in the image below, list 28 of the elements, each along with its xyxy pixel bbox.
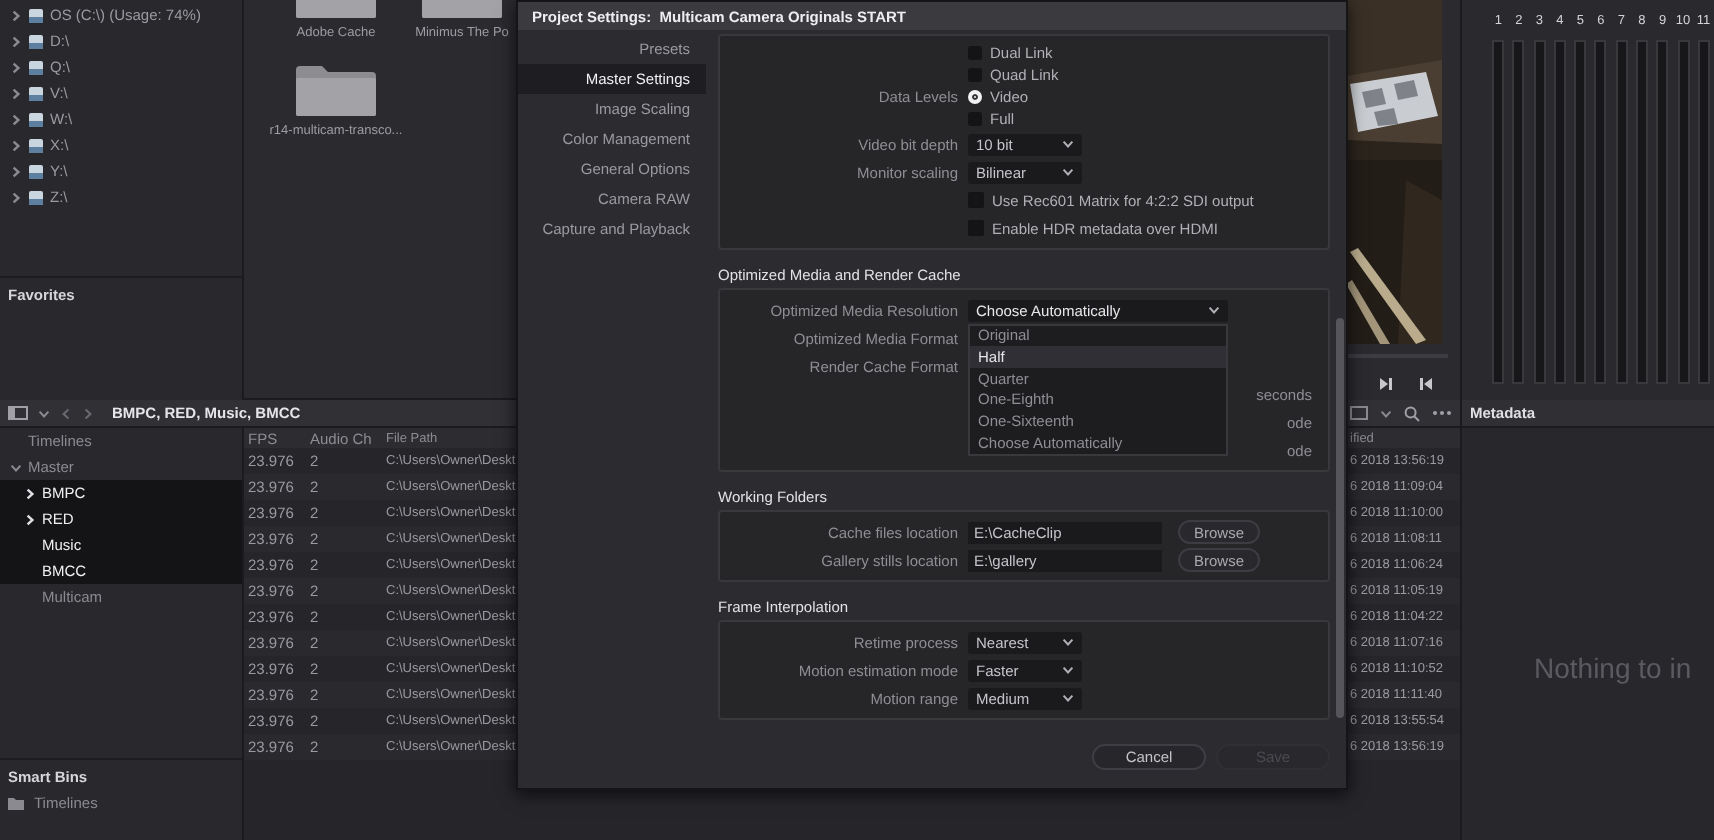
forward-icon[interactable] <box>82 407 94 419</box>
radio-button[interactable] <box>968 90 982 104</box>
skip-forward-icon[interactable] <box>1378 376 1394 392</box>
caret-icon <box>1062 694 1074 702</box>
more-icon[interactable] <box>1432 410 1452 416</box>
back-icon[interactable] <box>60 407 72 419</box>
search-icon[interactable] <box>1404 405 1420 421</box>
caret-icon <box>1062 638 1074 646</box>
folder-icon <box>8 796 24 810</box>
chevron-down-icon[interactable] <box>10 461 22 473</box>
caret-icon <box>1062 140 1074 148</box>
drive-icon <box>28 59 44 75</box>
drive-icon <box>28 85 44 101</box>
drive-icon <box>28 111 44 127</box>
drive-icon <box>28 7 44 23</box>
drive-icon <box>28 137 44 153</box>
folder-icon[interactable] <box>294 62 378 118</box>
drive-icon <box>28 189 44 205</box>
drive-icon <box>28 33 44 49</box>
sidebar-toggle-icon[interactable] <box>8 406 28 420</box>
chevron-down-icon[interactable] <box>1380 407 1392 419</box>
drive-icon <box>28 163 44 179</box>
caret-icon <box>1062 666 1074 674</box>
caret-icon <box>1208 306 1220 314</box>
view-icon[interactable] <box>1350 406 1368 420</box>
skip-back-icon[interactable] <box>1418 376 1434 392</box>
caret-icon <box>1062 168 1074 176</box>
chevron-down-icon[interactable] <box>38 407 50 419</box>
